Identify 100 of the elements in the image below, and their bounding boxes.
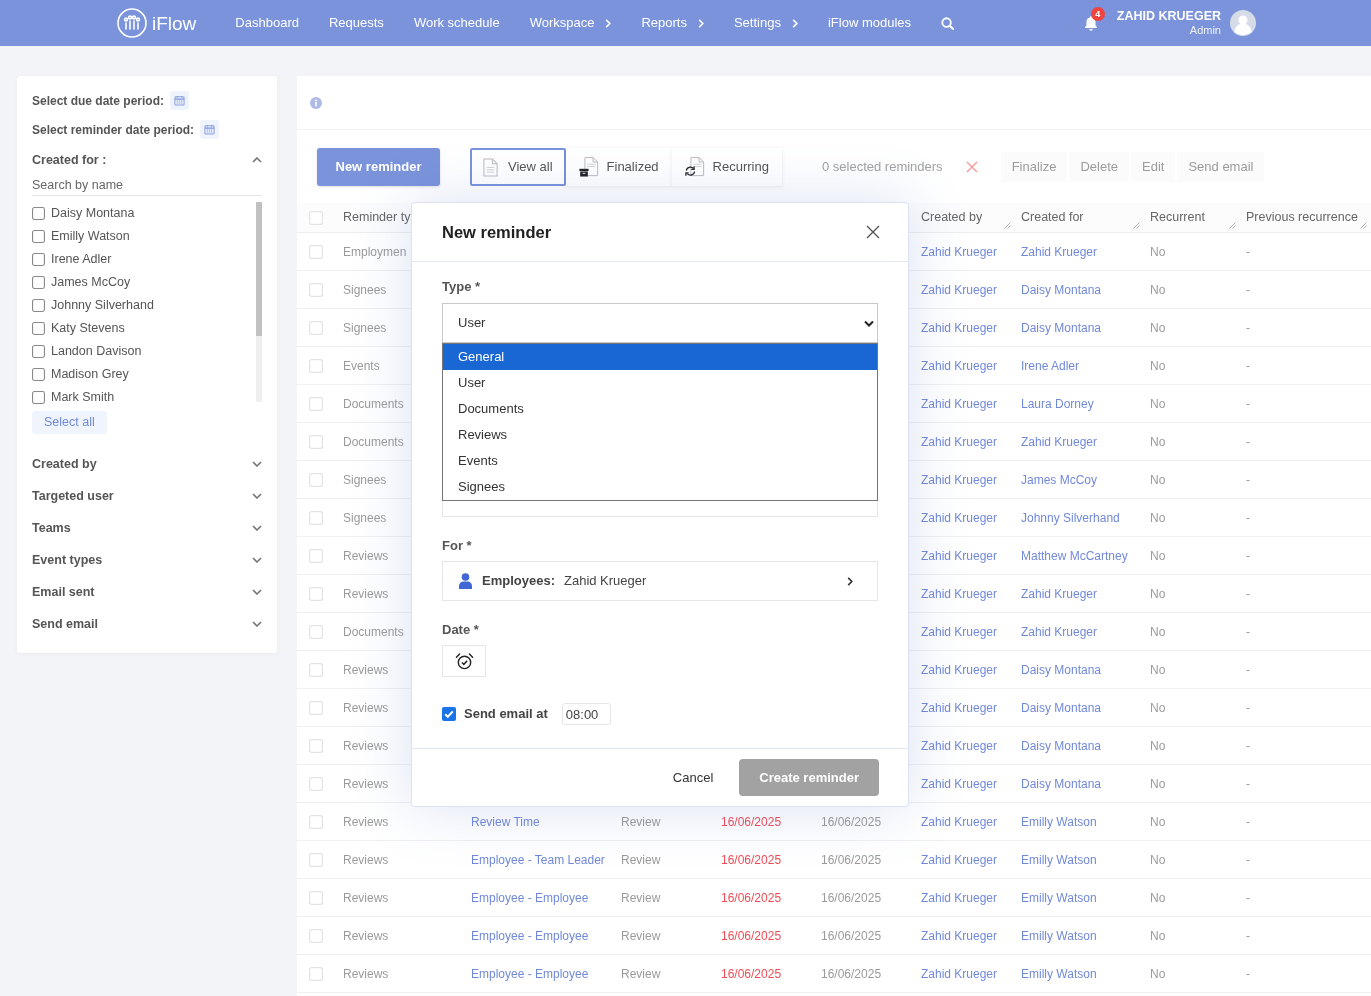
user-link[interactable]: Zahid Krueger <box>1021 432 1098 451</box>
column-header[interactable]: Reminder ty <box>343 208 411 227</box>
user-link[interactable]: Zahid Krueger <box>921 698 998 717</box>
user-link[interactable]: Zahid Krueger <box>921 926 998 945</box>
chevron-down-icon[interactable] <box>252 460 262 467</box>
section-title[interactable]: Teams <box>32 518 71 538</box>
reminder-link[interactable]: Employee - Employee <box>471 888 589 907</box>
dropdown-option[interactable]: General <box>443 344 877 370</box>
checkbox[interactable] <box>32 391 45 404</box>
scrollbar-thumb[interactable] <box>256 202 262 336</box>
user-link[interactable]: Daisy Montana <box>1021 280 1102 299</box>
user-link[interactable]: Zahid Krueger <box>921 888 998 907</box>
user-link[interactable]: Zahid Krueger <box>921 584 998 603</box>
row-checkbox[interactable] <box>309 358 323 373</box>
chevron-down-icon[interactable] <box>252 556 262 563</box>
section-title[interactable]: Email sent <box>32 582 95 602</box>
select-all-button[interactable]: Select all <box>32 410 107 434</box>
user-link[interactable]: Daisy Montana <box>1021 774 1102 793</box>
row-checkbox[interactable] <box>309 738 323 753</box>
logo-icon[interactable] <box>117 8 147 38</box>
user-link[interactable]: Zahid Krueger <box>921 964 998 983</box>
dropdown-option[interactable]: User <box>443 370 877 396</box>
nav-link[interactable]: Dashboard <box>235 13 299 33</box>
section-title[interactable]: Event types <box>32 550 103 570</box>
user-link[interactable]: Emilly Watson <box>1021 850 1097 869</box>
resize-grip-icon[interactable] <box>1360 222 1367 229</box>
resize-grip-icon[interactable] <box>1229 222 1236 229</box>
calendar-button[interactable] <box>170 91 190 110</box>
user-link[interactable]: Johnny Silverhand <box>1021 508 1120 527</box>
checkbox-label[interactable]: Send email at <box>464 704 548 724</box>
column-header[interactable]: Previous recurrence <box>1246 208 1358 227</box>
new-reminder-button[interactable]: New reminder <box>317 148 440 186</box>
user-link[interactable]: Zahid Krueger <box>921 432 998 451</box>
user-link[interactable]: Daisy Montana <box>1021 318 1102 337</box>
checkbox-label[interactable]: Irene Adler <box>51 250 112 269</box>
user-link[interactable]: Zahid Krueger <box>921 394 998 413</box>
row-checkbox[interactable] <box>309 396 323 411</box>
user-link[interactable]: Zahid Krueger <box>1021 584 1098 603</box>
bell-icon[interactable] <box>1083 15 1098 31</box>
nav-link[interactable]: Workspace <box>529 13 612 33</box>
checkbox-label[interactable]: Madison Grey <box>51 365 129 384</box>
user-link[interactable]: Irene Adler <box>1021 356 1080 375</box>
column-header[interactable]: Created by <box>921 208 983 227</box>
info-icon[interactable] <box>310 96 322 109</box>
row-checkbox[interactable] <box>309 624 323 639</box>
nav-link[interactable]: iFlow modules <box>827 13 912 33</box>
user-link[interactable]: Laura Dorney <box>1021 394 1094 413</box>
user-link[interactable]: Zahid Krueger <box>921 774 998 793</box>
user-link[interactable]: Daisy Montana <box>1021 660 1102 679</box>
calendar-button[interactable] <box>200 120 220 139</box>
user-link[interactable]: Zahid Krueger <box>921 470 998 489</box>
user-link[interactable]: Zahid Krueger <box>921 318 998 337</box>
checkbox-label[interactable]: Landon Davison <box>51 342 142 361</box>
user-link[interactable]: Zahid Krueger <box>921 242 998 261</box>
cancel-button[interactable]: Cancel <box>672 759 714 796</box>
chevron-up-icon[interactable] <box>252 157 262 163</box>
checkbox[interactable] <box>32 230 45 243</box>
checkbox-label[interactable]: James McCoy <box>51 273 131 292</box>
user-link[interactable]: Zahid Krueger <box>1021 622 1098 641</box>
user-link[interactable]: Zahid Krueger <box>921 622 998 641</box>
row-checkbox[interactable] <box>309 814 323 829</box>
checkbox-label[interactable]: Katy Stevens <box>51 319 125 338</box>
view-tab[interactable]: Recurring <box>671 148 782 186</box>
checkbox-label[interactable]: Johnny Silverhand <box>51 296 154 315</box>
reminder-link[interactable]: Employee - Team Leader <box>471 850 605 869</box>
row-checkbox[interactable] <box>309 472 323 487</box>
nav-link[interactable]: Requests <box>328 13 384 33</box>
time-field[interactable]: 08:00 <box>561 703 611 725</box>
checkbox[interactable] <box>32 322 45 335</box>
user-link[interactable]: Zahid Krueger <box>921 850 998 869</box>
reminder-link[interactable]: Employee - Employee <box>471 964 589 983</box>
logo-text[interactable]: iFlow <box>152 13 197 33</box>
nav-link[interactable]: Work schedule <box>413 13 500 33</box>
section-title[interactable]: Targeted user <box>32 486 114 506</box>
row-checkbox[interactable] <box>309 586 323 601</box>
resize-grip-icon[interactable] <box>1133 222 1140 229</box>
row-checkbox[interactable] <box>309 890 323 905</box>
row-checkbox[interactable] <box>309 700 323 715</box>
user-link[interactable]: Zahid Krueger <box>921 812 998 831</box>
user-link[interactable]: Zahid Krueger <box>921 660 998 679</box>
resize-grip-icon[interactable] <box>1004 222 1011 229</box>
user-link[interactable]: Daisy Montana <box>1021 698 1102 717</box>
nav-link[interactable]: Settings <box>733 13 798 33</box>
checkbox[interactable] <box>442 707 456 721</box>
checkbox-label[interactable]: Emilly Watson <box>51 227 130 246</box>
column-header[interactable]: Recurrent <box>1150 208 1205 227</box>
user-link[interactable]: Zahid Krueger <box>921 280 998 299</box>
nav-link[interactable]: Reports <box>641 13 704 33</box>
reminder-link[interactable]: Employee - Employee <box>471 926 589 945</box>
section-title[interactable]: Send email <box>32 614 98 634</box>
row-checkbox[interactable] <box>309 282 323 297</box>
user-link[interactable]: Zahid Krueger <box>921 736 998 755</box>
user-link[interactable]: Emilly Watson <box>1021 888 1097 907</box>
row-checkbox[interactable] <box>309 928 323 943</box>
row-checkbox[interactable] <box>309 966 323 981</box>
chevron-down-icon[interactable] <box>252 588 262 595</box>
row-checkbox[interactable] <box>309 548 323 563</box>
chevron-down-icon[interactable] <box>252 492 262 499</box>
employee-picker[interactable]: Employees: Zahid Krueger <box>442 561 878 601</box>
column-header[interactable]: Created for <box>1021 208 1084 227</box>
